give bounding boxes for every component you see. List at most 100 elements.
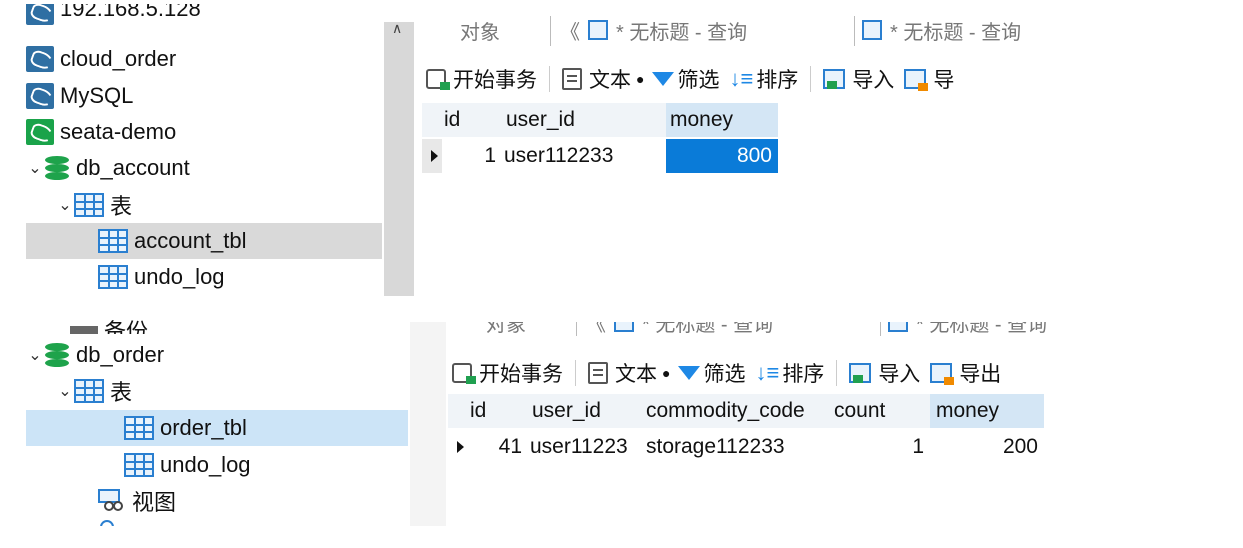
backup-icon	[70, 326, 98, 334]
tree-item-db-order[interactable]: ⌄ db_order	[26, 337, 164, 373]
filter-icon	[678, 366, 701, 380]
toolbar-divider	[810, 66, 812, 92]
column-header-user-id[interactable]: user_id	[528, 394, 644, 428]
cell-user-id[interactable]: user11223	[528, 430, 644, 464]
table-icon	[98, 229, 128, 253]
tree-item-order-tbl[interactable]: order_tbl	[26, 410, 408, 446]
column-header-user-id[interactable]: user_id	[502, 103, 666, 137]
dropdown-dot-icon: ●	[662, 365, 671, 381]
column-header-id[interactable]: id	[468, 394, 528, 428]
export-icon	[904, 69, 929, 91]
table-icon	[98, 265, 128, 289]
panel-splitter[interactable]	[410, 322, 446, 526]
tree-item-label: cloud_order	[60, 46, 177, 71]
tree-item-label: db_account	[76, 155, 190, 180]
dropdown-dot-icon: ●	[636, 71, 645, 87]
tree-item-undo-log[interactable]: undo_log	[124, 447, 251, 483]
tree-item-mysql[interactable]: MySQL	[26, 78, 133, 114]
column-header-commodity-code[interactable]: commodity_code	[644, 394, 832, 428]
column-header-money[interactable]: money	[666, 103, 778, 137]
table-row[interactable]: 1 user112233 800	[422, 139, 782, 173]
query-tab-icon	[862, 20, 882, 40]
tree-item-connection-cut[interactable]: 192.168.5.128	[26, 4, 201, 28]
table-icon	[124, 453, 154, 477]
tree-item-db-account[interactable]: ⌄ db_account	[26, 150, 190, 186]
tree-item-views[interactable]: 视图	[98, 483, 176, 519]
tree-item-label: 表	[110, 380, 133, 405]
tree-item-tables[interactable]: ⌄ 表	[56, 187, 132, 223]
tab-nav-back-icon[interactable]: 《	[586, 322, 606, 336]
begin-transaction-button[interactable]: 开始事务	[426, 64, 537, 94]
tree-item-label: 192.168.5.128	[60, 4, 201, 21]
tab-nav-back-icon[interactable]: 《	[560, 16, 580, 45]
import-button[interactable]: 导入	[849, 358, 920, 388]
tree-item-label: undo_log	[160, 452, 251, 477]
chevron-down-icon[interactable]: ⌄	[56, 381, 74, 401]
tree-item-backup-cut[interactable]: 备份	[70, 318, 148, 334]
tree-item-tables[interactable]: ⌄ 表	[56, 373, 132, 409]
current-row-marker-icon	[448, 430, 468, 464]
filter-button[interactable]: 筛选	[652, 64, 719, 94]
text-button[interactable]: 文本 ●	[588, 358, 670, 388]
tree-item-label: 备份	[104, 319, 149, 334]
sort-button[interactable]: ↓≡ 排序	[755, 358, 824, 388]
sort-icon: ↓≡	[729, 66, 754, 91]
begin-transaction-label: 开始事务	[479, 363, 563, 386]
cell-id[interactable]: 41	[468, 430, 528, 464]
connection-icon	[26, 83, 54, 109]
table-row[interactable]: 41 user11223 storage112233 1 200	[448, 430, 1048, 464]
tab-objects[interactable]: 对象	[460, 16, 500, 45]
import-label: 导入	[852, 69, 895, 92]
tree-scrollbar[interactable]	[384, 22, 414, 296]
sort-label: 排序	[782, 363, 825, 386]
import-label: 导入	[878, 363, 921, 386]
tree-item-label: seata-demo	[60, 119, 177, 144]
top-data-grid: id user_id money 1 user112233 800	[422, 103, 782, 175]
tab-objects[interactable]: 对象	[486, 322, 526, 336]
begin-transaction-button[interactable]: 开始事务	[452, 358, 563, 388]
export-button[interactable]: 导出	[930, 358, 1001, 388]
tree-item-label: order_tbl	[160, 415, 247, 440]
import-icon	[823, 69, 846, 89]
tab-divider	[854, 16, 855, 46]
chevron-down-icon[interactable]: ⌄	[26, 158, 44, 178]
tab-query-2[interactable]: * 无标题 - 查询	[916, 322, 1046, 336]
export-button[interactable]: 导	[904, 64, 954, 94]
cell-count[interactable]: 1	[832, 430, 930, 464]
bottom-tab-bar: 对象 《 * 无标题 - 查询 * 无标题 - 查询	[446, 322, 1046, 336]
tree-item-label: account_tbl	[134, 228, 247, 253]
column-header-id[interactable]: id	[442, 103, 502, 137]
toolbar-divider	[836, 360, 838, 386]
query-tab-icon	[888, 322, 908, 332]
text-label: 文本	[589, 69, 631, 92]
tab-query-2[interactable]: * 无标题 - 查询	[890, 16, 1021, 45]
tree-item-cloud-order[interactable]: cloud_order	[26, 41, 176, 77]
tree-item-undo-log[interactable]: undo_log	[98, 259, 225, 295]
top-toolbar: 开始事务 文本 ● 筛选 ↓≡ 排序 导入 导	[426, 62, 1045, 96]
cell-user-id[interactable]: user112233	[502, 139, 666, 173]
tab-query-1[interactable]: * 无标题 - 查询	[616, 16, 747, 45]
tab-query-1[interactable]: * 无标题 - 查询	[642, 322, 773, 336]
scroll-up-icon[interactable]: ∧	[392, 20, 402, 37]
grid-corner	[448, 394, 468, 428]
cell-id[interactable]: 1	[442, 139, 502, 173]
cell-money[interactable]: 200	[930, 430, 1044, 464]
column-header-money[interactable]: money	[930, 394, 1044, 428]
column-header-count[interactable]: count	[832, 394, 930, 428]
table-icon	[124, 416, 154, 440]
cell-money[interactable]: 800	[666, 139, 778, 173]
filter-button[interactable]: 筛选	[678, 358, 745, 388]
chevron-down-icon[interactable]: ⌄	[26, 345, 44, 365]
import-button[interactable]: 导入	[823, 64, 894, 94]
sort-label: 排序	[756, 69, 799, 92]
text-button[interactable]: 文本 ●	[562, 64, 644, 94]
text-icon	[562, 68, 582, 90]
query-tab-icon	[614, 322, 634, 332]
chevron-down-icon[interactable]: ⌄	[56, 195, 74, 215]
filter-label: 筛选	[677, 69, 720, 92]
cell-commodity-code[interactable]: storage112233	[644, 430, 832, 464]
sort-button[interactable]: ↓≡ 排序	[729, 64, 798, 94]
tree-item-seata-demo[interactable]: seata-demo	[26, 114, 176, 150]
tree-item-account-tbl[interactable]: account_tbl	[26, 223, 382, 259]
grid-header-row: id user_id commodity_code count money	[448, 394, 1048, 428]
